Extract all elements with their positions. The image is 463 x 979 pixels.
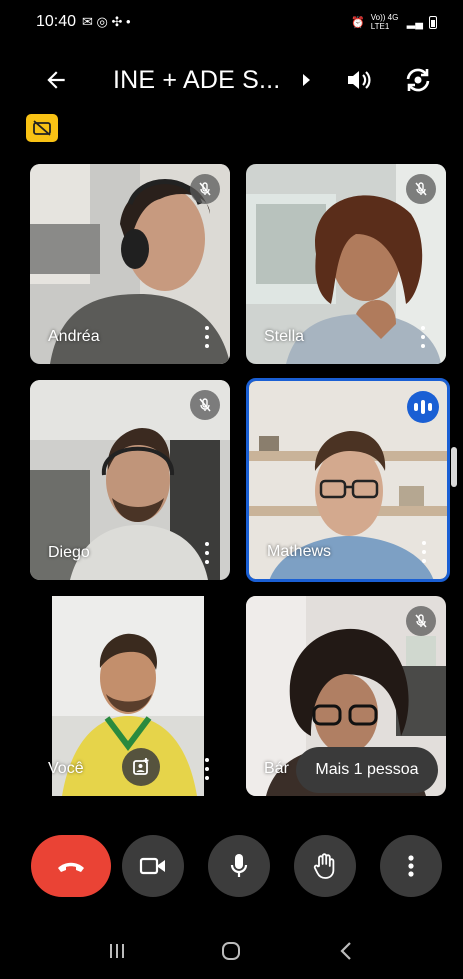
status-time: 10:40 xyxy=(36,13,77,30)
call-controls xyxy=(0,835,463,899)
recent-apps-button[interactable] xyxy=(97,931,137,971)
mic-off-icon xyxy=(190,390,220,420)
switch-camera-button[interactable] xyxy=(400,62,436,98)
speaker-icon xyxy=(348,71,371,89)
alarm-icon: ⏰ xyxy=(351,16,365,29)
home-button[interactable] xyxy=(211,931,251,971)
more-participants-button[interactable]: Mais 1 pessoa xyxy=(296,747,438,793)
speaking-indicator-icon xyxy=(407,391,439,423)
participant-tile-self[interactable]: Você xyxy=(30,596,230,796)
scrollbar-thumb[interactable] xyxy=(451,447,457,487)
participant-tile-mathews[interactable]: Mathews xyxy=(246,378,450,582)
end-call-button[interactable] xyxy=(31,835,111,897)
more-vert-icon[interactable] xyxy=(200,756,214,782)
video-camera-icon xyxy=(139,857,165,875)
participant-name: Bár xyxy=(264,760,289,777)
arrow-back-icon xyxy=(47,71,65,89)
home-icon xyxy=(222,941,241,960)
participant-name: Diego xyxy=(48,544,90,561)
camera-button[interactable] xyxy=(122,835,184,897)
more-vert-icon[interactable] xyxy=(200,324,214,350)
participant-tile-andrea[interactable]: Andréa xyxy=(30,164,230,364)
system-navigation-bar xyxy=(0,922,463,979)
more-vert-icon[interactable] xyxy=(417,539,431,565)
more-vert-icon[interactable] xyxy=(200,540,214,566)
reframe-button[interactable] xyxy=(122,748,160,786)
mic-off-icon xyxy=(190,174,220,204)
participant-tile-diego[interactable]: Diego xyxy=(30,380,230,580)
more-vert-icon xyxy=(408,855,414,877)
participant-name: Stella xyxy=(264,328,305,345)
switch-camera-icon xyxy=(406,68,430,92)
more-options-button[interactable] xyxy=(380,835,442,897)
speaker-button[interactable] xyxy=(340,62,376,98)
data-saver-badge[interactable] xyxy=(26,114,58,142)
microphone-button[interactable] xyxy=(208,835,270,897)
participant-name: Andréa xyxy=(48,328,100,345)
back-button[interactable] xyxy=(38,62,74,98)
signal-icon: ▂▄ xyxy=(406,16,423,29)
notification-icons: ✉ ◎ ✣ • xyxy=(82,14,131,29)
back-nav-button[interactable] xyxy=(326,931,366,971)
participant-name: Você xyxy=(48,760,84,777)
microphone-icon xyxy=(230,854,248,877)
mic-off-icon xyxy=(406,174,436,204)
meeting-header: INE + ADE S... xyxy=(0,52,463,108)
chevron-left-icon xyxy=(340,941,351,960)
hand-icon xyxy=(313,853,335,879)
participant-tile-stella[interactable]: Stella xyxy=(246,164,446,364)
phone-hangup-icon xyxy=(58,862,84,872)
meeting-title[interactable]: INE + ADE S... xyxy=(113,66,280,95)
mic-off-icon xyxy=(406,606,436,636)
portrait-add-icon xyxy=(133,758,149,775)
signal-text: Vo)) 4G LTE1 xyxy=(370,13,399,31)
battery-icon xyxy=(429,15,437,29)
participant-name: Mathews xyxy=(267,543,332,560)
no-camera-icon xyxy=(33,120,51,136)
raise-hand-button[interactable] xyxy=(294,835,356,897)
status-bar: 10:40 ✉ ◎ ✣ • ⏰ Vo)) 4G LTE1 ▂▄ xyxy=(0,0,463,44)
chevron-right-icon[interactable] xyxy=(296,70,316,90)
more-vert-icon[interactable] xyxy=(416,324,430,350)
recents-icon xyxy=(110,943,125,958)
